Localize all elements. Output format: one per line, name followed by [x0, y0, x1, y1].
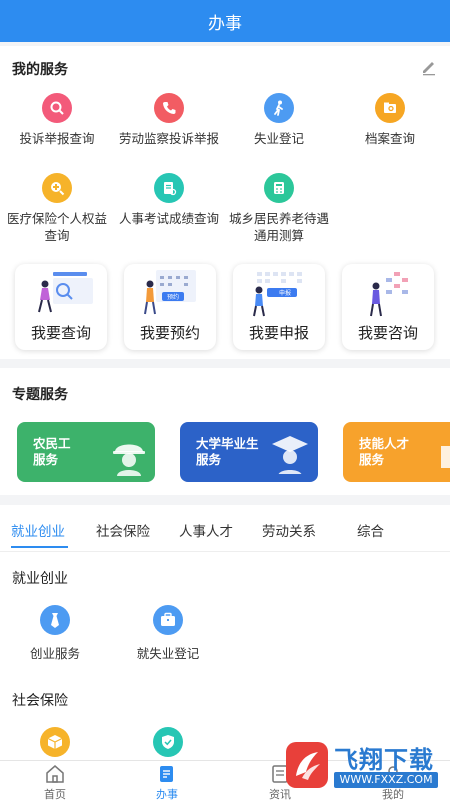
- declare-illustration-icon: 申报: [253, 272, 302, 317]
- briefcase-icon: [153, 605, 183, 635]
- tab-comprehensive[interactable]: 综合: [357, 520, 384, 540]
- nav-label: 首页: [44, 788, 66, 800]
- nav-home[interactable]: 首页: [25, 763, 85, 800]
- quick-card-consult[interactable]: 我要咨询: [342, 264, 434, 350]
- calculator-icon: [264, 173, 294, 203]
- quick-card-query[interactable]: 我要查询: [15, 264, 107, 350]
- watermark-url: WWW.FXXZ.COM: [334, 772, 438, 788]
- pencil-icon[interactable]: [420, 58, 438, 76]
- service-label: 医疗保险个人权益查询: [6, 211, 107, 243]
- tab-social-insurance[interactable]: 社会保险: [96, 520, 150, 540]
- quick-card-label: 我要预约: [139, 324, 200, 342]
- page-title: 办事: [208, 13, 242, 34]
- home-icon: [25, 763, 85, 785]
- document-pen-icon: [137, 763, 197, 785]
- skilled-talent-icon: [441, 446, 450, 468]
- service-pension-calculation[interactable]: 城乡居民养老待遇通用测算: [223, 173, 335, 244]
- service-label: 城乡居民养老待遇通用测算: [228, 211, 329, 243]
- category-title-social-insurance: 社会保险: [12, 693, 68, 709]
- tie-icon: [40, 605, 70, 635]
- consult-illustration-icon: [370, 272, 408, 317]
- phone-icon: [154, 93, 184, 123]
- service-label: 失业登记: [253, 131, 304, 146]
- topic-line1: 技能人才: [359, 436, 410, 451]
- declare-tag: 申报: [279, 289, 291, 297]
- topic-label: 大学毕业生 服务: [196, 436, 259, 468]
- topic-line1: 大学毕业生: [196, 436, 259, 451]
- tab-active-indicator: [11, 546, 68, 548]
- topic-services-title: 专题服务: [12, 387, 68, 403]
- service-complaint-query[interactable]: 投诉举报查询: [1, 93, 113, 147]
- topic-migrant-workers[interactable]: 农民工 服务: [17, 422, 155, 482]
- tab-divider: [0, 551, 450, 552]
- item-business-startup[interactable]: 创业服务: [0, 605, 111, 662]
- item-social-insurance-1[interactable]: [0, 727, 111, 757]
- category-title-employment: 就业创业: [12, 571, 68, 587]
- service-labor-inspection[interactable]: 劳动监察投诉举报: [113, 93, 225, 147]
- worker-helmet-icon: [113, 444, 145, 476]
- topic-graduates[interactable]: 大学毕业生 服务: [180, 422, 318, 482]
- box-icon: [40, 727, 70, 757]
- service-archive-query[interactable]: 档案查询: [334, 93, 446, 147]
- walking-person-icon: [264, 93, 294, 123]
- quick-card-appointment[interactable]: 预约 我要预约: [124, 264, 216, 350]
- service-exam-score-query[interactable]: 人事考试成绩查询: [113, 173, 225, 227]
- service-label: 投诉举报查询: [19, 131, 95, 146]
- appointment-tag: 预约: [167, 293, 179, 301]
- quick-card-label: 我要咨询: [357, 324, 418, 342]
- quick-card-label: 我要申报: [248, 324, 309, 342]
- topic-label: 技能人才 服务: [359, 436, 409, 468]
- topic-label: 农民工 服务: [33, 436, 71, 468]
- quick-card-label: 我要查询: [30, 324, 91, 342]
- topic-line2: 服务: [359, 452, 385, 467]
- exam-doc-icon: [154, 173, 184, 203]
- my-services-panel: 我的服务 投诉举报查询 劳动监察投诉举报 失业登记 档案查询 医疗保险个人权益查…: [0, 46, 450, 359]
- watermark-logo-icon: [286, 742, 328, 788]
- medical-search-icon: [42, 173, 72, 203]
- item-employment-registration[interactable]: 就失业登记: [112, 605, 224, 662]
- tab-employment[interactable]: 就业创业: [11, 520, 65, 540]
- folder-search-icon: [375, 93, 405, 123]
- appointment-illustration-icon: 预约: [144, 270, 196, 315]
- quick-card-declare[interactable]: 申报 我要申报: [233, 264, 325, 350]
- item-social-insurance-2[interactable]: [112, 727, 224, 757]
- graduate-cap-icon: [272, 436, 308, 474]
- nav-services[interactable]: 办事: [137, 763, 197, 800]
- topic-line1: 农民工: [33, 436, 71, 451]
- topic-line2: 服务: [196, 452, 222, 467]
- item-label: 就失业登记: [136, 646, 200, 661]
- tab-labor-relations[interactable]: 劳动关系: [262, 520, 316, 540]
- watermark-text: 飞翔下载: [334, 746, 434, 774]
- topic-line2: 服务: [33, 452, 59, 467]
- nav-label: 办事: [156, 788, 178, 800]
- top-bar: 办事: [0, 0, 450, 42]
- item-label: 创业服务: [29, 646, 80, 661]
- service-label: 人事考试成绩查询: [118, 211, 219, 226]
- service-unemployment-registration[interactable]: 失业登记: [223, 93, 335, 147]
- service-label: 档案查询: [364, 131, 415, 146]
- query-illustration-icon: [38, 272, 93, 313]
- shield-badge-icon: [153, 727, 183, 757]
- search-doc-icon: [42, 93, 72, 123]
- service-label: 劳动监察投诉举报: [118, 131, 219, 146]
- site-watermark: 飞翔下载 WWW.FXXZ.COM: [284, 738, 444, 794]
- service-medical-insurance-query[interactable]: 医疗保险个人权益查询: [1, 173, 113, 244]
- tab-personnel[interactable]: 人事人才: [179, 520, 233, 540]
- topic-skilled-talent[interactable]: 技能人才 服务: [343, 422, 450, 482]
- my-services-title: 我的服务: [12, 62, 68, 78]
